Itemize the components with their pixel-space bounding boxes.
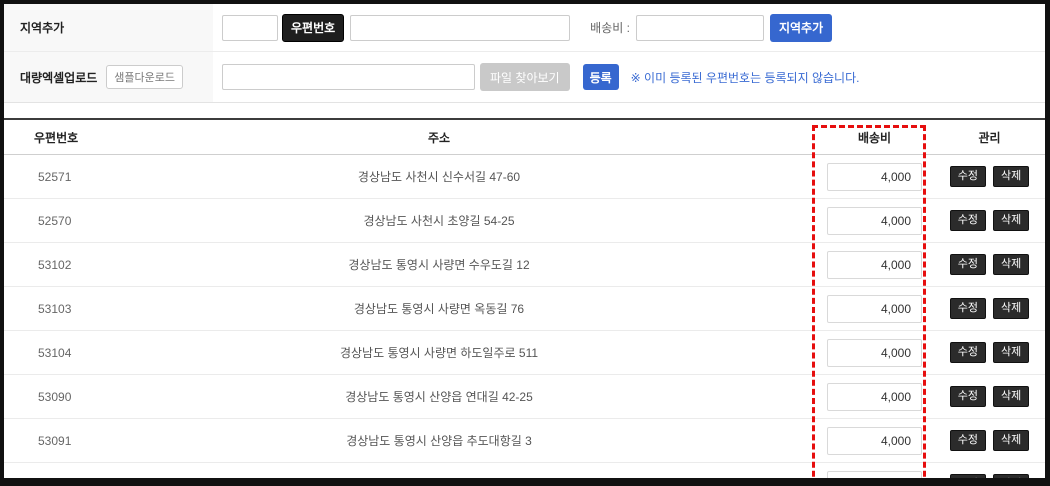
delete-button[interactable]: 삭제 — [993, 430, 1029, 451]
add-region-button[interactable]: 지역추가 — [770, 14, 832, 42]
table-row: 52571 경상남도 사천시 신수서길 47-60 수정 삭제 — [4, 155, 1045, 199]
table-row: 53103 경상남도 통영시 사량면 옥동길 76 수정 삭제 — [4, 287, 1045, 331]
edit-button[interactable]: 수정 — [950, 254, 986, 275]
address-cell: 경상남도 통영시 사량면 하도일주로 511 — [194, 344, 684, 361]
row-fee-input[interactable] — [827, 339, 922, 367]
address-cell: 경상남도 통영시 사량면 수우도길 12 — [194, 256, 684, 273]
add-region-label: 지역추가 — [20, 19, 64, 36]
address-cell: 경상남도 통영시 산양읍 연대길 42-25 — [194, 388, 684, 405]
address-input[interactable] — [350, 15, 570, 41]
delete-button[interactable]: 삭제 — [993, 254, 1029, 275]
postal-code-search-button[interactable]: 우편번호 — [282, 14, 344, 42]
bulk-upload-form: 파일 찾아보기 등록 ※ 이미 등록된 우편번호는 등록되지 않습니다. — [213, 63, 1045, 91]
table-row: 53104 경상남도 통영시 사량면 하도일주로 511 수정 삭제 — [4, 331, 1045, 375]
delete-button[interactable]: 삭제 — [993, 166, 1029, 187]
add-region-row: 지역추가 우편번호 배송비 : 지역추가 — [4, 4, 1045, 52]
postal-code-cell: 53102 — [4, 258, 194, 272]
row-fee-input[interactable] — [827, 471, 922, 486]
add-region-form: 우편번호 배송비 : 지역추가 — [213, 14, 1045, 42]
shipping-fee-input[interactable] — [636, 15, 764, 41]
row-fee-input[interactable] — [827, 163, 922, 191]
edit-button[interactable]: 수정 — [950, 210, 986, 231]
region-fee-table: 우편번호 주소 배송비 관리 52571 경상남도 사천시 신수서길 47-60… — [4, 118, 1045, 486]
bulk-upload-label: 대량엑셀업로드 — [20, 69, 97, 86]
address-cell: 경상남도 통영시 사량면 옥동길 76 — [194, 300, 684, 317]
file-path-input[interactable] — [222, 64, 475, 90]
row-fee-input[interactable] — [827, 295, 922, 323]
edit-button[interactable]: 수정 — [950, 430, 986, 451]
shipping-fee-admin-panel: 지역추가 우편번호 배송비 : 지역추가 대량엑셀업로드 샘플다운로드 파일 찾… — [0, 0, 1050, 486]
bulk-upload-row: 대량엑셀업로드 샘플다운로드 파일 찾아보기 등록 ※ 이미 등록된 우편번호는… — [4, 52, 1045, 103]
table-row: 53091 경상남도 통영시 산양읍 추도대항길 3 수정 삭제 — [4, 419, 1045, 463]
header-address: 주소 — [194, 129, 684, 146]
postal-code-cell: 52570 — [4, 214, 194, 228]
postal-code-cell: 53104 — [4, 346, 194, 360]
header-manage: 관리 — [934, 129, 1045, 146]
row-fee-input[interactable] — [827, 383, 922, 411]
header-shipping-fee: 배송비 — [827, 129, 922, 146]
edit-button[interactable]: 수정 — [950, 474, 986, 486]
edit-button[interactable]: 수정 — [950, 342, 986, 363]
delete-button[interactable]: 삭제 — [993, 386, 1029, 407]
postal-code-cell: 52571 — [4, 170, 194, 184]
register-button[interactable]: 등록 — [583, 64, 619, 90]
delete-button[interactable]: 삭제 — [993, 210, 1029, 231]
postal-code-input[interactable] — [222, 15, 278, 41]
postal-code-cell: 53090 — [4, 390, 194, 404]
table-row: 53090 경상남도 통영시 산양읍 연대길 42-25 수정 삭제 — [4, 375, 1045, 419]
row-fee-input[interactable] — [827, 251, 922, 279]
address-cell: 경상남도 사천시 신수서길 47-60 — [194, 168, 684, 185]
edit-button[interactable]: 수정 — [950, 298, 986, 319]
table-row: 52570 경상남도 사천시 초양길 54-25 수정 삭제 — [4, 199, 1045, 243]
bulk-upload-label-cell: 대량엑셀업로드 샘플다운로드 — [4, 52, 213, 102]
row-fee-input[interactable] — [827, 207, 922, 235]
table-header-row: 우편번호 주소 배송비 관리 — [4, 120, 1045, 155]
postal-code-cell: 53103 — [4, 302, 194, 316]
table-row-partial: 수정 삭제 — [4, 463, 1045, 486]
delete-button[interactable]: 삭제 — [993, 474, 1029, 486]
address-cell: 경상남도 통영시 산양읍 추도대항길 3 — [194, 432, 684, 449]
row-fee-input[interactable] — [827, 427, 922, 455]
delete-button[interactable]: 삭제 — [993, 342, 1029, 363]
header-postal-code: 우편번호 — [4, 129, 194, 146]
postal-code-cell: 53091 — [4, 434, 194, 448]
address-cell: 경상남도 사천시 초양길 54-25 — [194, 212, 684, 229]
spacer — [4, 103, 1045, 118]
table-row: 53102 경상남도 통영시 사량면 수우도길 12 수정 삭제 — [4, 243, 1045, 287]
add-region-label-cell: 지역추가 — [4, 4, 213, 51]
edit-button[interactable]: 수정 — [950, 386, 986, 407]
sample-download-button[interactable]: 샘플다운로드 — [106, 65, 183, 89]
edit-button[interactable]: 수정 — [950, 166, 986, 187]
file-browse-button[interactable]: 파일 찾아보기 — [480, 63, 570, 91]
shipping-fee-label: 배송비 : — [590, 19, 630, 36]
delete-button[interactable]: 삭제 — [993, 298, 1029, 319]
duplicate-postal-notice: ※ 이미 등록된 우편번호는 등록되지 않습니다. — [631, 69, 860, 86]
